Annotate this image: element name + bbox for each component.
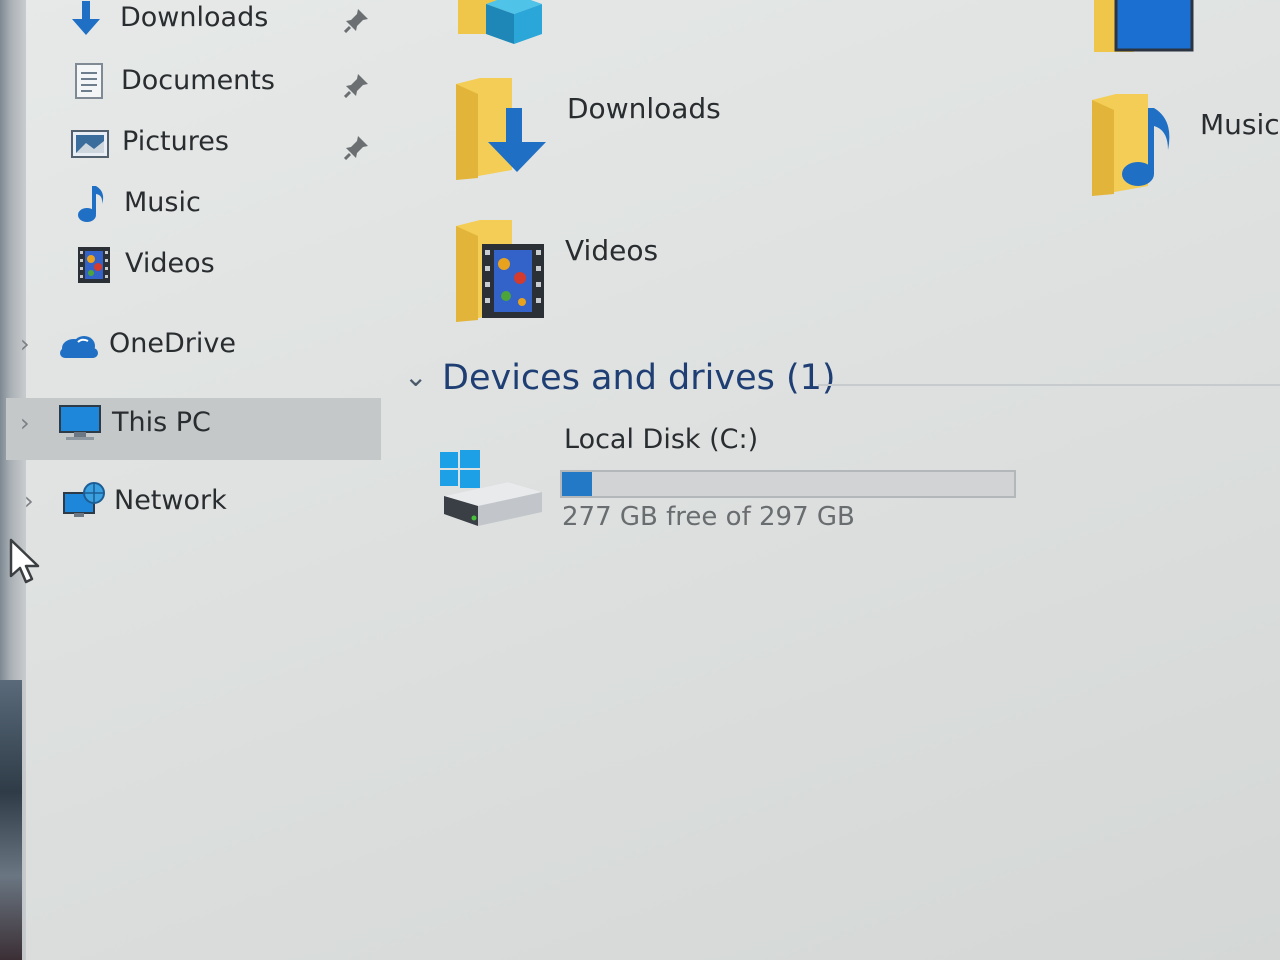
nav-item-label: OneDrive [109, 328, 236, 359]
nav-item-this-pc[interactable]: › This PC [0, 397, 380, 451]
nav-item-label: Documents [121, 65, 275, 96]
nav-item-label: Downloads [120, 2, 269, 33]
pin-icon[interactable] [343, 134, 370, 161]
folder-tile-videos[interactable]: Videos [450, 216, 810, 326]
folder-3d-objects-icon [458, 0, 542, 44]
drive-usage-bar [560, 470, 1016, 498]
nav-item-pictures[interactable]: Pictures [0, 116, 380, 170]
nav-item-music[interactable]: Music [0, 177, 380, 231]
nav-item-label: This PC [112, 407, 211, 438]
network-icon [62, 481, 105, 521]
drive-usage-fill [562, 472, 593, 496]
navigation-pane: Downloads Documents Pictures Music Video… [0, 0, 400, 960]
pin-icon[interactable] [343, 7, 370, 34]
nav-item-videos[interactable]: Videos [0, 238, 380, 292]
videos-icon [74, 245, 114, 285]
devices-and-drives-header[interactable]: ⌄ Devices and drives (1) [400, 352, 1280, 408]
expand-chevron-icon[interactable]: › [24, 489, 40, 513]
folder-music-icon [1092, 94, 1170, 196]
folder-tile-downloads[interactable]: Downloads [450, 74, 810, 184]
drive-tile-local-disk[interactable]: Local Disk (C:) 277 GB free of 297 GB [438, 420, 1078, 550]
mouse-cursor-icon [9, 538, 40, 584]
this-pc-icon [58, 403, 101, 443]
nav-item-label: Music [124, 187, 201, 218]
nav-item-onedrive[interactable]: › OneDrive [0, 318, 380, 372]
downloads-icon [66, 0, 106, 39]
folder-music-label: Music [1200, 108, 1280, 141]
pictures-icon [70, 123, 110, 163]
folder-tile-desktop[interactable] [1090, 0, 1200, 56]
drive-free-space: 277 GB free of 297 GB [562, 502, 855, 532]
collapse-chevron-icon[interactable]: ⌄ [404, 360, 427, 393]
file-explorer-window: Downloads Documents Pictures Music Video… [0, 0, 1280, 960]
onedrive-icon [56, 326, 98, 366]
nav-item-documents[interactable]: Documents [0, 55, 380, 109]
documents-icon [70, 62, 110, 102]
content-pane: Downloads Music Videos ⌄ Devices and dri… [400, 0, 1280, 960]
folder-downloads-icon [456, 78, 546, 180]
expand-chevron-icon[interactable]: › [20, 332, 36, 356]
nav-item-network[interactable]: › Network [0, 475, 380, 529]
drive-name: Local Disk (C:) [564, 424, 759, 455]
folder-desktop-icon [1094, 0, 1194, 52]
pin-icon[interactable] [343, 72, 370, 99]
folder-videos-icon [456, 220, 544, 322]
nav-item-label: Network [114, 485, 227, 516]
nav-item-label: Videos [125, 248, 215, 279]
folder-tile-3d-objects[interactable] [452, 0, 552, 46]
local-disk-icon [440, 450, 542, 526]
section-title: Devices and drives (1) [442, 358, 836, 398]
expand-chevron-icon[interactable]: › [20, 411, 36, 435]
folder-tile-music[interactable]: Music [1088, 90, 1280, 200]
music-icon [72, 184, 112, 224]
folder-downloads-label: Downloads [567, 92, 721, 125]
folder-videos-label: Videos [565, 234, 659, 267]
section-divider [818, 384, 1280, 386]
nav-item-downloads[interactable]: Downloads [0, 0, 380, 46]
nav-item-label: Pictures [122, 126, 229, 157]
